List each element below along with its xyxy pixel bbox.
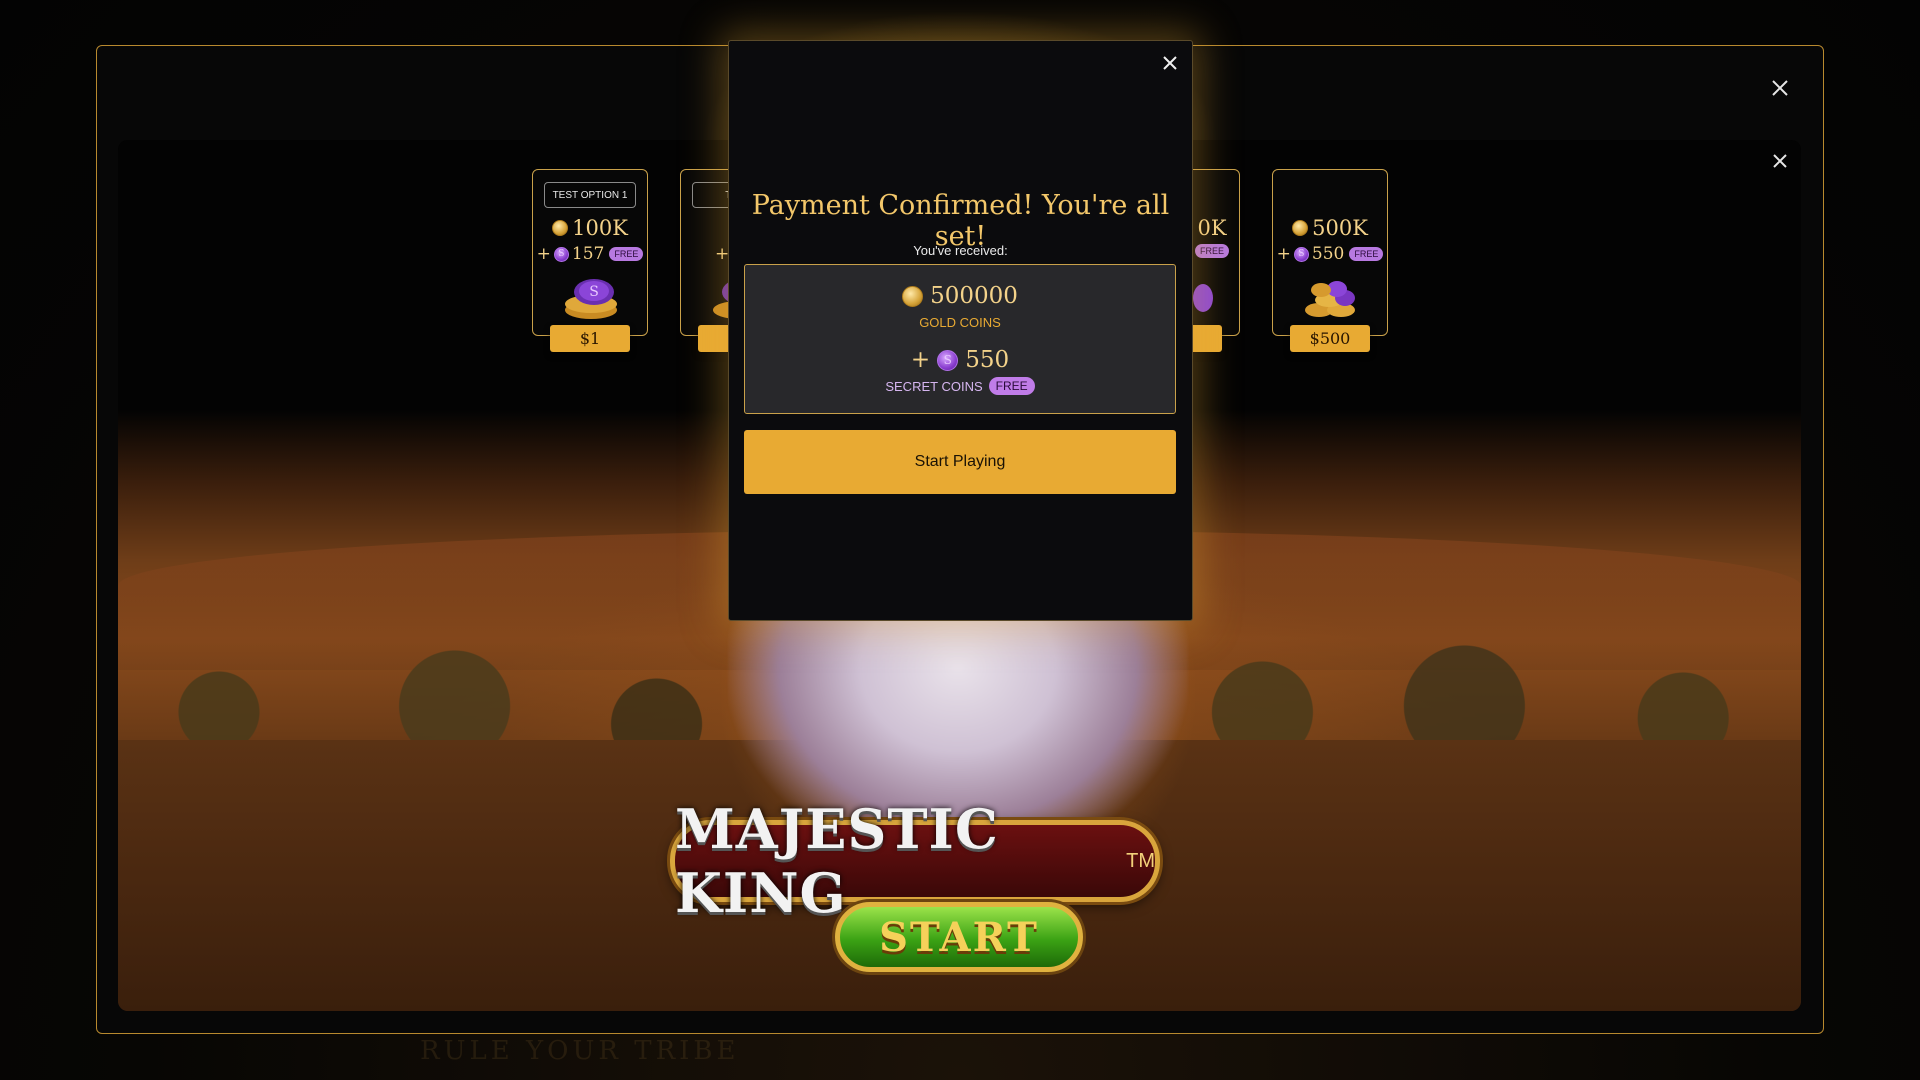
free-badge: FREE bbox=[1349, 247, 1384, 261]
received-summary: 500000 GOLD COINS + S 550 SECRET COINS F… bbox=[744, 264, 1176, 414]
gold-coin-icon bbox=[552, 220, 569, 236]
secret-label-row: SECRET COINS FREE bbox=[745, 377, 1175, 395]
package-tag: TEST OPTION 1 bbox=[544, 182, 636, 208]
package-gold: 100K bbox=[533, 216, 647, 240]
coin-stack-icon: S bbox=[565, 279, 617, 319]
secret-amount: 550 bbox=[965, 347, 1010, 373]
package-secret-amount: 157 bbox=[571, 244, 605, 264]
plus-sign: + bbox=[1276, 244, 1291, 264]
game-start-label: START bbox=[879, 913, 1039, 961]
svg-text:S: S bbox=[589, 284, 599, 300]
secret-received: + S 550 bbox=[745, 347, 1175, 373]
free-badge: FREE bbox=[1194, 244, 1229, 258]
received-label: You've received: bbox=[913, 243, 1008, 258]
package-price[interactable]: $1 bbox=[550, 325, 630, 352]
package-card[interactable]: 500K + S 550 FREE $500 bbox=[1272, 169, 1388, 352]
plus-sign: + bbox=[910, 347, 931, 373]
background-caption: RULE YOUR TRIBE bbox=[420, 1036, 740, 1066]
package-gold: 500K bbox=[1273, 216, 1387, 240]
plus-sign: + bbox=[536, 244, 551, 264]
package-card[interactable]: TEST OPTION 1 100K + S 157 FREE S $1 bbox=[532, 169, 648, 352]
gold-coin-icon bbox=[1292, 220, 1309, 236]
gold-coin-icon bbox=[902, 285, 924, 307]
close-icon[interactable] bbox=[1162, 55, 1178, 71]
secret-label: SECRET COINS bbox=[885, 378, 983, 394]
gold-received: 500000 bbox=[745, 283, 1175, 309]
gold-label: GOLD COINS bbox=[919, 315, 1001, 330]
close-icon[interactable] bbox=[1771, 152, 1789, 170]
package-secret: + S 550 FREE bbox=[1273, 244, 1387, 264]
package-gold-amount: 0K bbox=[1197, 216, 1227, 240]
package-secret-amount: 550 bbox=[1311, 244, 1345, 264]
free-badge: FREE bbox=[609, 247, 644, 261]
game-logo-tm: TM bbox=[1126, 849, 1155, 872]
game-logo: MAJESTIC KING TM bbox=[670, 797, 1160, 925]
free-badge: FREE bbox=[988, 377, 1035, 395]
gold-amount: 500000 bbox=[930, 283, 1018, 309]
secret-coin-icon: S bbox=[937, 349, 959, 371]
game-start-button[interactable]: START bbox=[835, 902, 1083, 972]
package-secret: + S 157 FREE bbox=[533, 244, 647, 264]
package-gold-amount: 500K bbox=[1312, 216, 1368, 240]
start-playing-button[interactable]: Start Playing bbox=[744, 430, 1176, 494]
coin-pile-icon bbox=[1305, 281, 1355, 317]
secret-coin-icon: S bbox=[553, 246, 569, 262]
close-icon[interactable] bbox=[1770, 78, 1790, 98]
package-gold-amount: 100K bbox=[572, 216, 628, 240]
package-price[interactable]: $500 bbox=[1290, 325, 1370, 352]
secret-coin-icon: S bbox=[1293, 246, 1309, 262]
